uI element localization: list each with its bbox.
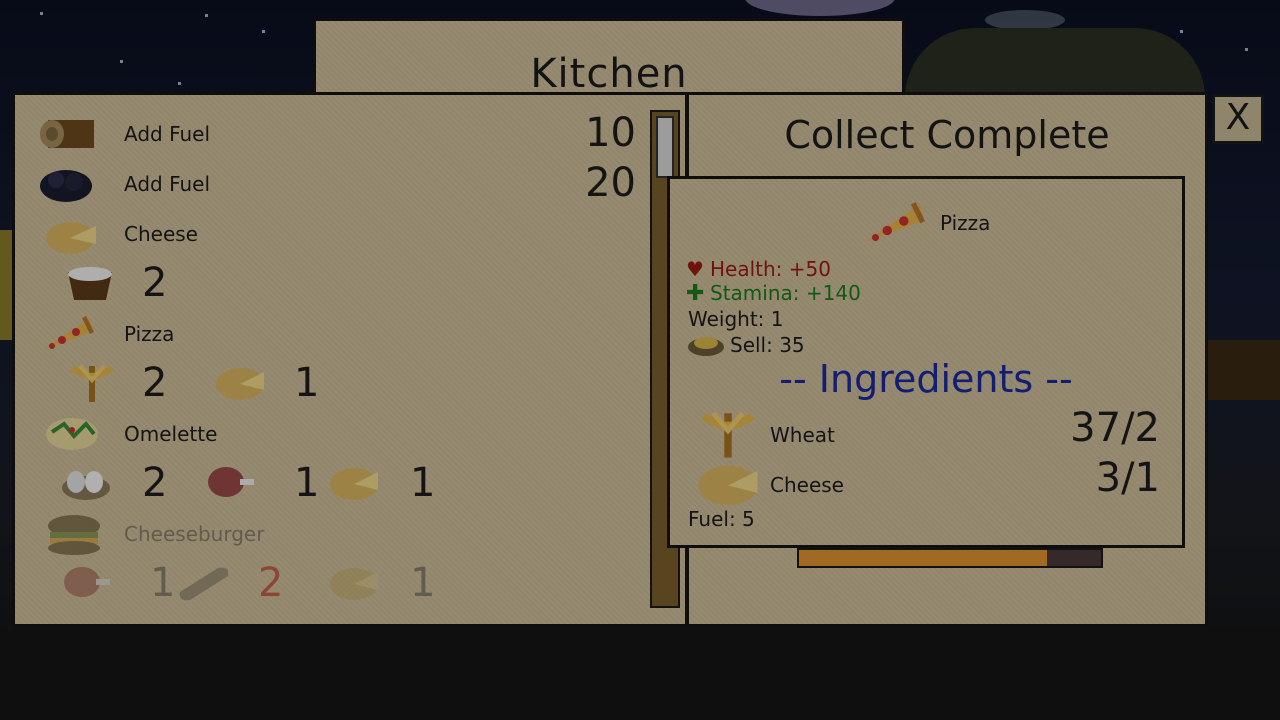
ingredient-qty: 2	[142, 460, 168, 506]
plus-icon: ✚	[686, 281, 705, 306]
cooking-progress-bar	[797, 548, 1103, 568]
recipe-label: Add Fuel	[124, 122, 211, 146]
recipe-row-omelette[interactable]: Omelette 2 1 1	[30, 408, 650, 508]
fuel-stat: Fuel: 5	[688, 507, 755, 531]
collect-complete-button[interactable]: Collect Complete	[689, 113, 1205, 157]
ingredient-qty-missing: 2	[258, 560, 284, 606]
recipe-row-add-fuel-log[interactable]: Add Fuel 10	[30, 108, 650, 158]
pizza-icon	[863, 202, 926, 243]
meat-icon	[208, 467, 254, 497]
wheat-icon	[701, 411, 755, 458]
recipe-label: Cheese	[124, 222, 198, 246]
progress-fill	[799, 550, 1047, 566]
ingredient-qty: 1	[410, 560, 436, 606]
stamina-stat: Stamina: +140	[710, 281, 861, 305]
window-title-tab: Kitchen	[313, 18, 905, 98]
pizza-icon	[42, 316, 94, 350]
recipe-row-add-fuel-coal[interactable]: Add Fuel 20	[30, 158, 650, 208]
item-detail-tooltip: Pizza ♥ Health: +50 ✚ Stamina: +140 Weig…	[667, 176, 1185, 548]
recipe-label: Omelette	[124, 422, 218, 446]
window-title: Kitchen	[530, 51, 688, 97]
cheese-icon	[216, 368, 264, 400]
ingredient-qty: 1	[410, 460, 436, 506]
close-button[interactable]: X	[1212, 94, 1264, 144]
recipe-label: Add Fuel	[124, 172, 211, 196]
ingredient-qty: 2	[142, 260, 168, 306]
meat-icon	[64, 567, 110, 597]
ingredient-qty: 1	[150, 560, 176, 606]
ingredient-qty: 1	[294, 360, 320, 406]
milk-bucket-icon	[68, 267, 112, 300]
recipe-label: Cheeseburger	[124, 522, 265, 546]
ingredient-count-wheat: 37/2	[1070, 405, 1160, 451]
recipe-row-pizza[interactable]: Pizza 2 1	[30, 308, 650, 408]
ingredient-qty: 2	[142, 360, 168, 406]
ingredient-qty: 1	[294, 460, 320, 506]
recipe-list: Add Fuel 10 Add Fuel 20 Cheese 2 Pizza 2…	[30, 108, 650, 608]
moon	[985, 10, 1065, 30]
recipe-label: Pizza	[124, 322, 175, 346]
recipe-row-cheese[interactable]: Cheese 2	[30, 208, 650, 308]
cheeseburger-icon	[48, 515, 100, 555]
heart-icon: ♥	[686, 257, 704, 281]
fuel-amount: 10	[585, 110, 636, 156]
coal-icon	[40, 170, 92, 202]
weight-stat: Weight: 1	[688, 307, 784, 331]
ingredient-name-cheese: Cheese	[770, 473, 844, 497]
fuel-amount: 20	[585, 160, 636, 206]
detail-item-name: Pizza	[940, 211, 991, 235]
ingredients-title: -- Ingredients --	[779, 357, 1073, 401]
ingredient-name-wheat: Wheat	[770, 423, 835, 447]
moon	[745, 0, 895, 16]
bread-icon	[179, 567, 229, 601]
wheat-icon	[70, 364, 114, 402]
eggs-icon	[62, 471, 110, 500]
cheese-icon	[46, 222, 96, 254]
scroll-thumb[interactable]	[656, 116, 674, 178]
health-stat: Health: +50	[710, 257, 831, 281]
ingredient-count-cheese: 3/1	[1095, 455, 1160, 501]
omelette-icon	[46, 418, 98, 450]
coins-icon	[688, 337, 724, 356]
recipe-row-cheeseburger[interactable]: Cheeseburger 1 2 1	[30, 508, 650, 608]
cheese-icon	[330, 468, 378, 500]
cheese-icon	[698, 465, 758, 506]
log-icon	[40, 120, 94, 148]
cheese-icon	[330, 568, 378, 600]
sell-stat: Sell: 35	[730, 333, 805, 357]
